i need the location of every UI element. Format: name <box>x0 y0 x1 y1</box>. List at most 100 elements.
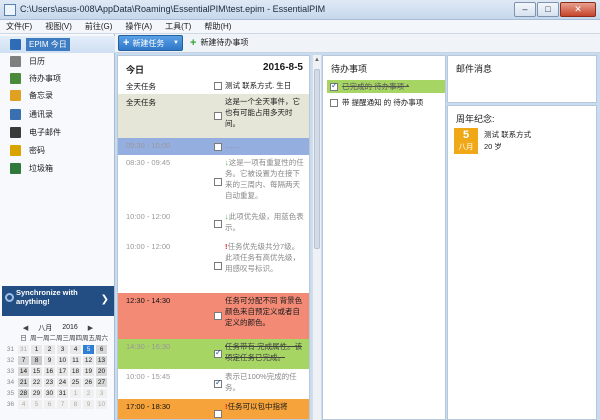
calendar-day[interactable]: 28 <box>18 389 29 398</box>
calendar-day[interactable]: 16 <box>44 367 55 376</box>
todo-checkbox[interactable] <box>330 81 338 91</box>
calendar-day[interactable]: 6 <box>44 400 55 409</box>
calendar-day[interactable]: 27 <box>96 378 107 387</box>
task-text-body: 这是一个全天事件，它也有可能占用多天时间。 <box>225 97 300 128</box>
calendar-day[interactable]: 25 <box>70 378 81 387</box>
calendar-day[interactable]: 12 <box>83 356 94 365</box>
calendar-day[interactable]: 3 <box>96 389 107 398</box>
weekday-header: 周四 <box>69 335 82 342</box>
calendar-day[interactable]: 23 <box>44 378 55 387</box>
calendar-day[interactable]: 31 <box>18 345 29 354</box>
calendar-month[interactable]: 八月 <box>38 323 52 333</box>
task-checkbox[interactable] <box>214 220 222 228</box>
calendar-day[interactable]: 5 <box>83 345 94 354</box>
task-row[interactable]: 08:30 - 09:45 ↓这是一项有重复性的任务。它被设置为在接下来的三周内、… <box>118 155 309 209</box>
calendar-day[interactable]: 4 <box>18 400 29 409</box>
weekday-header: 周三 <box>56 335 69 342</box>
scroll-up-icon[interactable]: ▲ <box>314 57 320 63</box>
week-number: 34 <box>6 379 15 386</box>
calendar-day[interactable]: 3 <box>57 345 68 354</box>
sidebar-item[interactable]: 密码 <box>0 142 115 159</box>
maximize-button[interactable]: □ <box>537 2 559 17</box>
sidebar-item[interactable]: 通讯录 <box>0 106 115 123</box>
sidebar-item[interactable]: 备忘录 <box>0 87 115 104</box>
task-row[interactable]: 10:00 - 12:00 !任务优先级共分7级。此项任务有高优先级，用感叹号标识… <box>118 239 309 293</box>
calendar-day[interactable]: 17 <box>57 367 68 376</box>
dropdown-caret-icon[interactable]: ▼ <box>173 40 179 46</box>
sidebar-item[interactable]: 待办事项 <box>0 70 115 87</box>
calendar-day[interactable]: 30 <box>44 389 55 398</box>
calendar-day[interactable]: 22 <box>31 378 42 387</box>
calendar-day[interactable]: 21 <box>18 378 29 387</box>
anniversary-name[interactable]: 测试 联系方式 <box>484 129 531 140</box>
calendar-day[interactable]: 2 <box>83 389 94 398</box>
menu-file[interactable]: 文件(F) <box>6 21 32 32</box>
task-scrollbar[interactable]: ▲ <box>312 55 321 420</box>
scroll-thumb[interactable] <box>314 69 320 249</box>
calendar-day[interactable]: 2 <box>44 345 55 354</box>
sync-banner[interactable]: Synchronize with anything! ❯ <box>2 286 114 316</box>
next-month-icon[interactable]: ▶ <box>88 324 93 332</box>
calendar-day[interactable]: 29 <box>31 389 42 398</box>
task-row[interactable]: 12:30 - 14:30 任务可分配不同 背景色 颜色来自预定义或者自定义的颜色… <box>118 293 309 339</box>
calendar-day[interactable]: 14 <box>18 367 29 376</box>
calendar-day[interactable]: 7 <box>18 356 29 365</box>
task-checkbox[interactable] <box>214 112 222 120</box>
task-checkbox[interactable] <box>214 378 222 388</box>
menu-actions[interactable]: 操作(A) <box>125 21 152 32</box>
task-text-body: 任务带有 完成属性。该项定任务已完成。 <box>225 342 303 362</box>
task-row[interactable]: 10:00 - 15:45 表示已100%完成的任务。 <box>118 369 309 399</box>
calendar-day[interactable]: 11 <box>70 356 81 365</box>
task-checkbox[interactable] <box>214 262 222 270</box>
calendar-day[interactable]: 15 <box>31 367 42 376</box>
menu-tools[interactable]: 工具(T) <box>165 21 191 32</box>
calendar-day[interactable]: 1 <box>70 389 81 398</box>
menu-go[interactable]: 前往(G) <box>85 21 113 32</box>
new-task-button[interactable]: + 新建任务 ▼ <box>118 35 183 51</box>
calendar-day[interactable]: 26 <box>83 378 94 387</box>
todo-item[interactable]: 已完成的 待办事项 * <box>327 80 445 93</box>
task-checkbox[interactable] <box>214 178 222 186</box>
sidebar-item[interactable]: 电子邮件 <box>0 124 115 141</box>
minimize-button[interactable]: – <box>514 2 536 17</box>
calendar-day[interactable]: 4 <box>70 345 81 354</box>
calendar-day[interactable]: 1 <box>31 345 42 354</box>
today-header: 今日 2016-8-5 <box>118 56 309 78</box>
task-row[interactable]: 10:00 - 12:00 ↓此项优先级，用蓝色表示。 <box>118 209 309 239</box>
todo-checkbox[interactable] <box>330 98 338 107</box>
task-row[interactable]: 09:30 - 10:00 …… <box>118 138 309 155</box>
menu-view[interactable]: 视图(V) <box>45 21 72 32</box>
calendar-day[interactable]: 31 <box>57 389 68 398</box>
task-checkbox[interactable] <box>214 143 222 151</box>
task-row[interactable]: 17:00 - 18:30 !任务可以包中指将 <box>118 399 309 419</box>
calendar-year[interactable]: 2016 <box>62 324 78 331</box>
calendar-day[interactable]: 6 <box>96 345 107 354</box>
prev-month-icon[interactable]: ◀ <box>23 324 28 332</box>
calendar-day[interactable]: 7 <box>57 400 68 409</box>
calendar-day[interactable]: 8 <box>70 400 81 409</box>
calendar-day[interactable]: 10 <box>96 400 107 409</box>
calendar-day[interactable]: 9 <box>83 400 94 409</box>
calendar-day[interactable]: 19 <box>83 367 94 376</box>
todo-item[interactable]: 带 提醒通知 的 待办事项 <box>327 96 445 109</box>
sidebar-item[interactable]: EPIM 今日 <box>0 36 115 53</box>
sidebar-item[interactable]: 垃圾箱 <box>0 160 115 177</box>
calendar-day[interactable]: 20 <box>96 367 107 376</box>
sidebar-item[interactable]: 日历 <box>0 53 115 70</box>
calendar-day[interactable]: 13 <box>96 356 107 365</box>
task-checkbox[interactable] <box>214 348 222 358</box>
close-button[interactable]: ✕ <box>560 2 596 17</box>
task-row[interactable]: 全天任务 这是一个全天事件，它也有可能占用多天时间。 <box>118 94 309 138</box>
task-checkbox[interactable] <box>214 312 222 320</box>
task-checkbox[interactable] <box>214 410 222 418</box>
menu-help[interactable]: 帮助(H) <box>204 21 231 32</box>
new-todo-button[interactable]: + 新建待办事项 <box>190 37 248 48</box>
calendar-day[interactable]: 18 <box>70 367 81 376</box>
calendar-day[interactable]: 8 <box>31 356 42 365</box>
calendar-day[interactable]: 10 <box>57 356 68 365</box>
calendar-day[interactable]: 24 <box>57 378 68 387</box>
task-checkbox[interactable] <box>214 82 222 90</box>
calendar-day[interactable]: 5 <box>31 400 42 409</box>
calendar-day[interactable]: 9 <box>44 356 55 365</box>
task-row[interactable]: 14:30 - 16:30 任务带有 完成属性。该项定任务已完成。 <box>118 339 309 369</box>
